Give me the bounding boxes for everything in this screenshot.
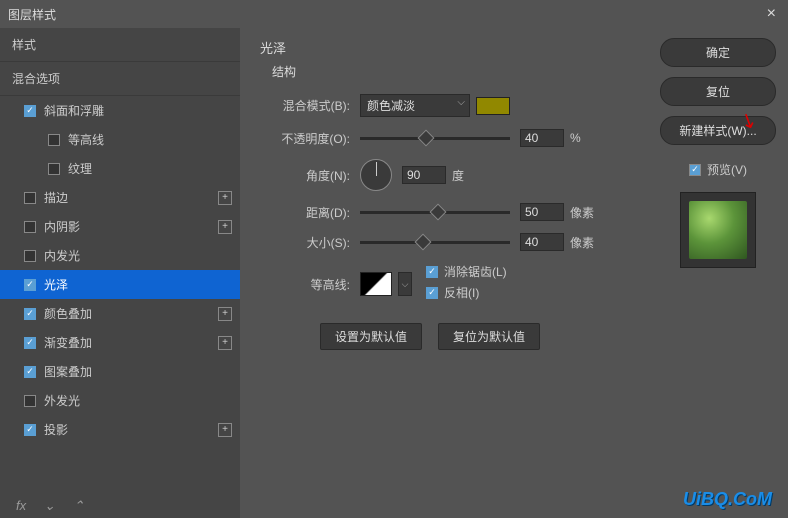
style-label: 颜色叠加 [44, 305, 92, 322]
distance-slider[interactable] [360, 211, 510, 214]
chevron-up-icon[interactable]: ⌃ [73, 498, 84, 514]
styles-header: 样式 [0, 28, 240, 62]
style-item-7[interactable]: 颜色叠加 + [0, 299, 240, 328]
add-effect-icon[interactable]: + [218, 423, 232, 437]
antialias-checkbox[interactable]: 消除锯齿(L) [426, 263, 507, 280]
opacity-unit: % [570, 131, 581, 145]
preview-checkbox[interactable]: 预览(V) [689, 161, 747, 178]
style-checkbox[interactable] [24, 192, 36, 204]
contour-picker[interactable] [360, 272, 392, 296]
style-item-9[interactable]: 图案叠加 [0, 357, 240, 386]
effect-settings-panel: 光泽 结构 混合模式(B): 颜色减淡 ↘ #918800 不透明度(O): %… [240, 28, 648, 518]
style-label: 描边 [44, 189, 68, 206]
style-item-4[interactable]: 内阴影 + [0, 212, 240, 241]
style-item-6[interactable]: 光泽 [0, 270, 240, 299]
effect-title: 光泽 [260, 38, 628, 57]
fx-icon[interactable]: fx [16, 498, 26, 514]
angle-unit: 度 [452, 167, 464, 184]
style-item-0[interactable]: 斜面和浮雕 [0, 96, 240, 125]
style-label: 内阴影 [44, 218, 80, 235]
style-item-11[interactable]: 投影 + [0, 415, 240, 444]
reset-default-button[interactable]: 复位为默认值 [438, 323, 540, 350]
preview-thumbnail [680, 192, 756, 268]
style-label: 斜面和浮雕 [44, 102, 104, 119]
blend-mode-label: 混合模式(B): [260, 97, 350, 114]
new-style-button[interactable]: 新建样式(W)... [660, 116, 776, 145]
size-input[interactable] [520, 233, 564, 251]
angle-dial[interactable] [360, 159, 392, 191]
style-checkbox[interactable] [24, 221, 36, 233]
contour-dropdown-icon[interactable]: ⌵ [398, 272, 412, 296]
add-effect-icon[interactable]: + [218, 336, 232, 350]
blend-mode-dropdown[interactable]: 颜色减淡 [360, 94, 470, 117]
style-item-1[interactable]: 等高线 [0, 125, 240, 154]
style-item-10[interactable]: 外发光 [0, 386, 240, 415]
style-checkbox[interactable] [24, 395, 36, 407]
contour-label: 等高线: [260, 276, 350, 293]
ok-button[interactable]: 确定 [660, 38, 776, 67]
style-item-5[interactable]: 内发光 [0, 241, 240, 270]
angle-input[interactable] [402, 166, 446, 184]
opacity-input[interactable] [520, 129, 564, 147]
style-checkbox[interactable] [24, 279, 36, 291]
close-icon[interactable]: × [763, 5, 780, 23]
structure-label: 结构 [272, 63, 628, 80]
style-label: 等高线 [68, 131, 104, 148]
distance-unit: 像素 [570, 204, 594, 221]
size-slider[interactable] [360, 241, 510, 244]
style-checkbox[interactable] [24, 105, 36, 117]
angle-label: 角度(N): [260, 167, 350, 184]
style-checkbox[interactable] [24, 337, 36, 349]
chevron-down-icon[interactable]: ⌄ [44, 498, 55, 514]
style-checkbox[interactable] [24, 250, 36, 262]
style-label: 渐变叠加 [44, 334, 92, 351]
styles-sidebar: 样式 混合选项 斜面和浮雕等高线纹理描边 + 内阴影 + 内发光光泽颜色叠加 + 渐变叠加 +… [0, 28, 240, 518]
size-label: 大小(S): [260, 234, 350, 251]
style-checkbox[interactable] [48, 163, 60, 175]
footer-icons: fx ⌄ ⌃ [16, 498, 84, 514]
style-checkbox[interactable] [24, 424, 36, 436]
opacity-slider[interactable] [360, 137, 510, 140]
style-checkbox[interactable] [48, 134, 60, 146]
dialog-title: 图层样式 [8, 6, 56, 23]
distance-input[interactable] [520, 203, 564, 221]
add-effect-icon[interactable]: + [218, 307, 232, 321]
blend-options-header[interactable]: 混合选项 [0, 62, 240, 96]
style-item-8[interactable]: 渐变叠加 + [0, 328, 240, 357]
style-label: 内发光 [44, 247, 80, 264]
style-item-2[interactable]: 纹理 [0, 154, 240, 183]
right-panel: 确定 复位 新建样式(W)... 预览(V) [648, 28, 788, 518]
color-swatch[interactable] [476, 97, 510, 115]
style-item-3[interactable]: 描边 + [0, 183, 240, 212]
opacity-label: 不透明度(O): [260, 130, 350, 147]
add-effect-icon[interactable]: + [218, 191, 232, 205]
style-label: 外发光 [44, 392, 80, 409]
style-checkbox[interactable] [24, 308, 36, 320]
add-effect-icon[interactable]: + [218, 220, 232, 234]
distance-label: 距离(D): [260, 204, 350, 221]
style-label: 光泽 [44, 276, 68, 293]
make-default-button[interactable]: 设置为默认值 [320, 323, 422, 350]
invert-checkbox[interactable]: 反相(I) [426, 284, 507, 301]
style-label: 投影 [44, 421, 68, 438]
style-checkbox[interactable] [24, 366, 36, 378]
cancel-button[interactable]: 复位 [660, 77, 776, 106]
style-label: 纹理 [68, 160, 92, 177]
watermark: UiBQ.CoM [683, 489, 772, 510]
size-unit: 像素 [570, 234, 594, 251]
style-label: 图案叠加 [44, 363, 92, 380]
